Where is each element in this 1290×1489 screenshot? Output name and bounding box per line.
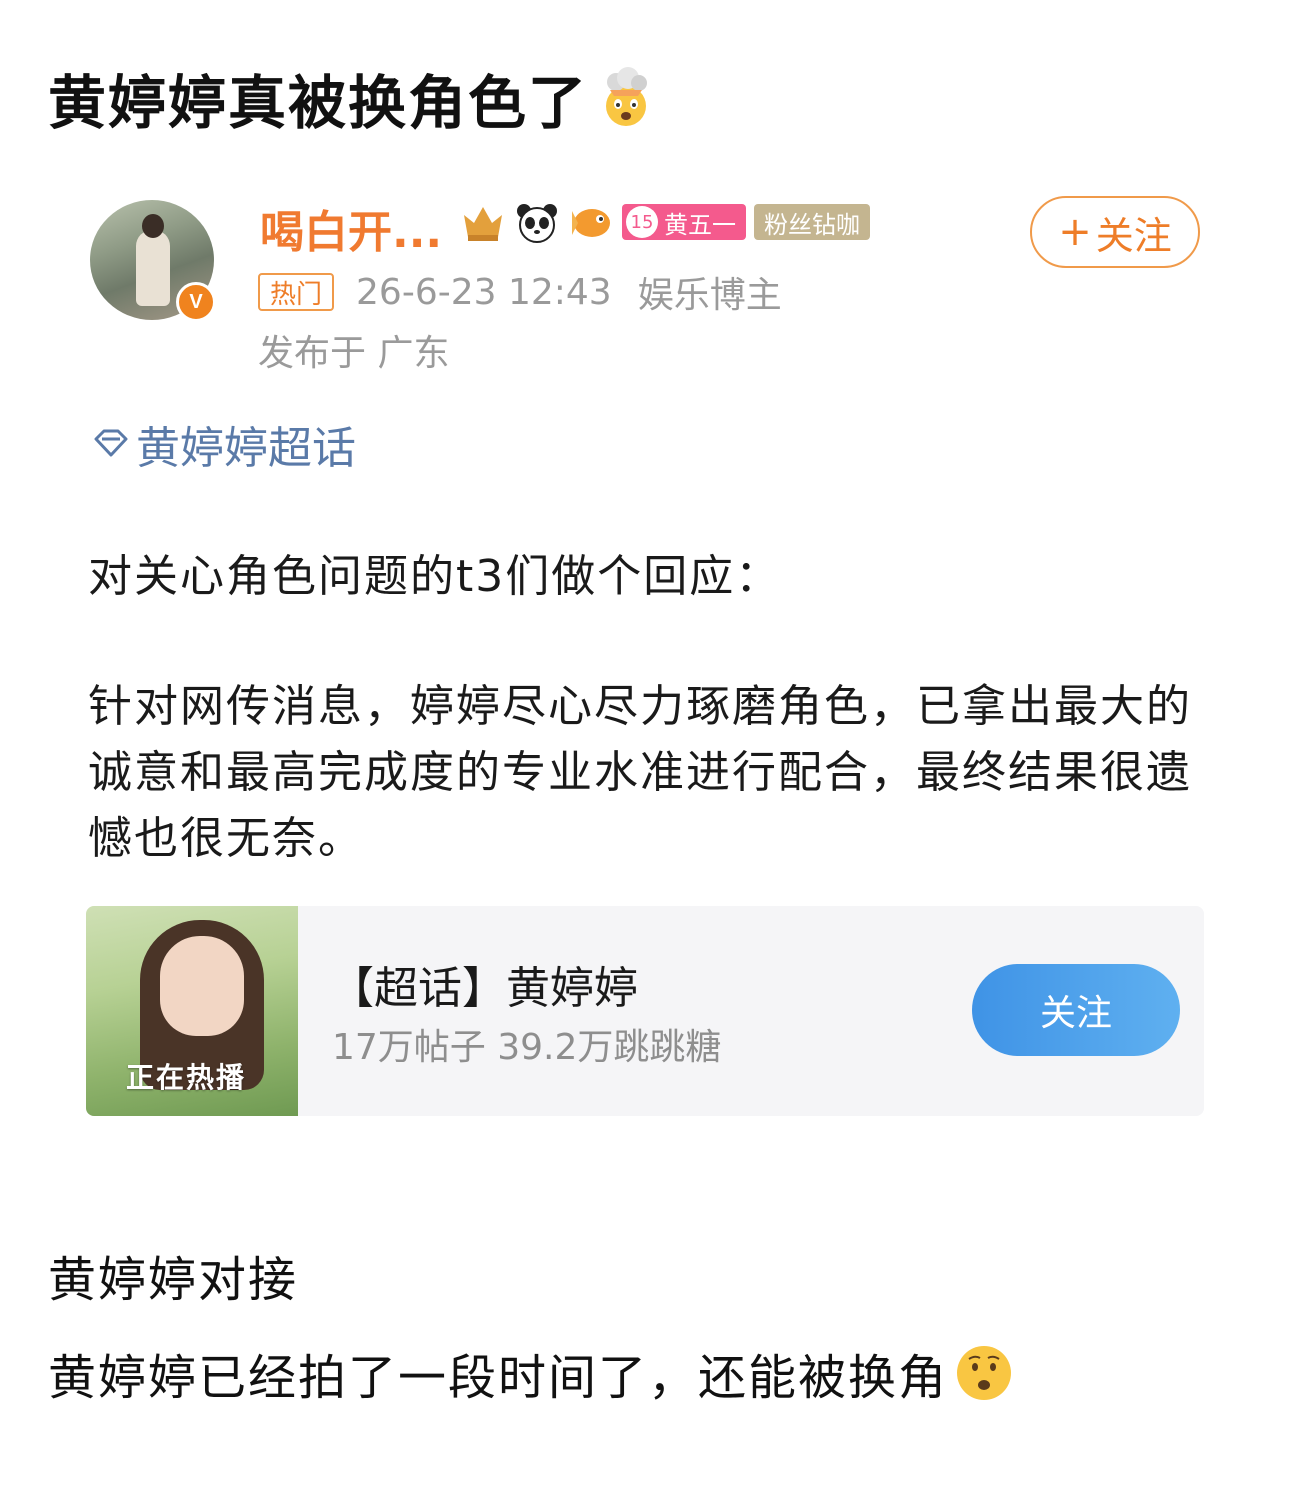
username[interactable]: 喝白开...	[260, 196, 442, 260]
post-meta: 热门 26-6-23 12:43 娱乐博主	[258, 270, 782, 316]
surprised-face-emoji-icon	[957, 1346, 1012, 1400]
fan-level-name: 黄五一	[664, 210, 736, 239]
super-topic-card[interactable]: 正在热播 【超话】黄婷婷 17万帖子 39.2万跳跳糖 关注	[86, 906, 1204, 1116]
verified-badge-icon: V	[176, 282, 216, 322]
user-badges: 15 黄五一 粉丝钻咖	[460, 200, 870, 244]
post-timestamp: 26-6-23 12:43	[356, 271, 612, 313]
hot-tag: 热门	[258, 273, 335, 311]
follow-topic-button[interactable]: 关注	[972, 964, 1180, 1056]
fan-level-number: 15	[626, 206, 658, 238]
panda-badge-icon	[517, 204, 557, 243]
crown-badge-icon	[464, 207, 502, 241]
super-topic-name: 【超话】黄婷婷	[330, 963, 638, 1014]
super-topic-label: 黄婷婷超话	[136, 423, 356, 474]
fish-badge-icon	[572, 209, 610, 237]
comment-line-2: 黄婷婷已经拍了一段时间了，还能被换角	[48, 1338, 1014, 1408]
post-title-text: 黄婷婷真被换角色了	[48, 69, 589, 137]
plus-icon: +	[1058, 209, 1092, 255]
avatar[interactable]: V	[90, 200, 216, 322]
post-body-text: 针对网传消息，婷婷尽心尽力琢磨角色，已拿出最大的诚意和最高完成度的专业水准进行配…	[88, 681, 1192, 864]
diamond-icon	[94, 429, 128, 457]
comment-line-1: 黄婷婷对接	[48, 1240, 298, 1310]
thumbnail-banner-text: 正在热播	[126, 1061, 247, 1094]
comment-line-2-text: 黄婷婷已经拍了一段时间了，还能被换角	[48, 1350, 949, 1406]
fan-title-badge: 粉丝钻咖	[754, 204, 870, 240]
post-title: 黄婷婷真被换角色了	[48, 56, 658, 140]
post-location: 发布于 广东	[258, 333, 450, 374]
super-topic-link[interactable]: 黄婷婷超话	[88, 412, 356, 476]
super-topic-stats: 17万帖子 39.2万跳跳糖	[332, 1027, 722, 1068]
exploding-head-emoji-icon	[606, 67, 648, 126]
author-role: 娱乐博主	[637, 275, 782, 316]
comment-line-1-text: 黄婷婷对接	[48, 1252, 299, 1308]
super-topic-thumbnail: 正在热播	[86, 906, 298, 1116]
post-body-intro: 对关心角色问题的t3们做个回应：	[88, 551, 782, 602]
weibo-post-card: V 喝白开... 15 黄五一 粉丝钻咖 + 关注 热门 26-6-23 12:…	[44, 196, 1244, 1150]
fan-level-badge: 15 黄五一	[622, 204, 746, 240]
follow-user-button[interactable]: + 关注	[1030, 196, 1200, 268]
follow-user-label: 关注	[1095, 213, 1172, 258]
